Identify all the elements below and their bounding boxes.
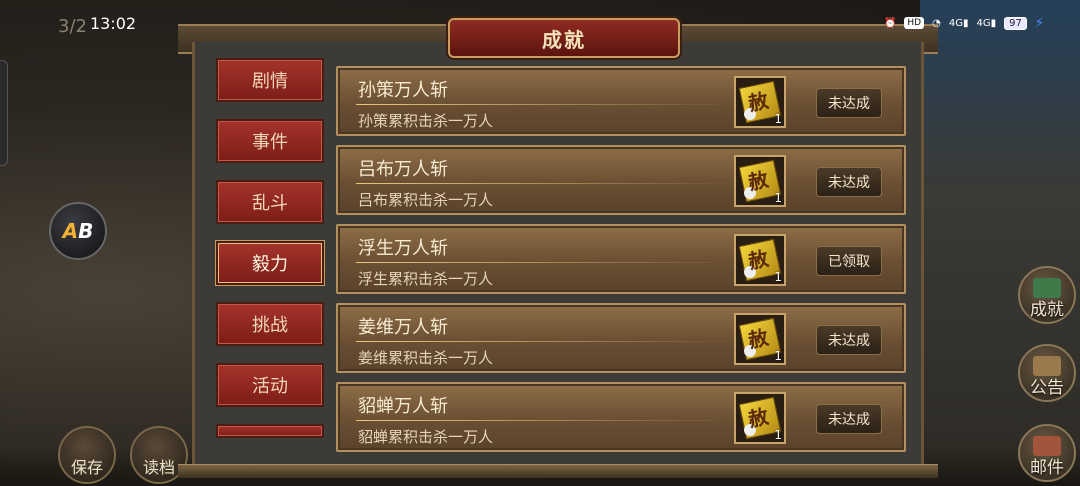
divider	[356, 183, 736, 184]
reward-slot[interactable]: 1 赦	[734, 155, 786, 207]
reward-count: 1	[774, 112, 782, 126]
achievement-name: 貂蝉万人斩	[358, 396, 448, 417]
reward-slot[interactable]: 1 赦	[734, 313, 786, 365]
achievement-name: 孙策万人斩	[358, 80, 448, 101]
divider	[356, 262, 736, 263]
reward-slot[interactable]: 1 赦	[734, 234, 786, 286]
status-button[interactable]: 未达成	[816, 167, 882, 197]
tab-events[interactable]: 事件	[216, 119, 324, 163]
achievement-desc: 吕布累积击杀一万人	[358, 191, 494, 209]
achievement-row: 姜维万人斩 姜维累积击杀一万人 1 赦 未达成	[336, 303, 906, 373]
tab-melee[interactable]: 乱斗	[216, 180, 324, 224]
tab-partial[interactable]	[216, 424, 324, 438]
tab-label: 活动	[252, 376, 288, 397]
side-drawer-handle[interactable]	[0, 60, 8, 166]
ab-logo-a: A	[62, 219, 79, 243]
page-counter: 3/2	[58, 16, 87, 37]
achievement-name: 吕布万人斩	[358, 159, 448, 180]
tab-perseverance[interactable]: 毅力	[216, 241, 324, 285]
achievement-desc: 貂蝉累积击杀一万人	[358, 428, 494, 446]
achievement-desc: 姜维累积击杀一万人	[358, 349, 494, 367]
achievement-name: 浮生万人斩	[358, 238, 448, 259]
reward-count: 1	[774, 428, 782, 442]
ab-logo-b: B	[78, 219, 94, 243]
mail-button-label: 邮件	[1030, 458, 1064, 478]
achievement-desc: 浮生累积击杀一万人	[358, 270, 494, 288]
battlefield-scene	[920, 0, 1080, 486]
scroll-icon	[1033, 356, 1061, 376]
status-button[interactable]: 已领取	[816, 246, 882, 276]
ab-floating-button[interactable]: AB	[49, 202, 107, 260]
mail-button[interactable]: 邮件	[1018, 424, 1076, 482]
reward-count: 1	[774, 349, 782, 363]
achievement-button-label: 成就	[1030, 300, 1064, 320]
notice-button-label: 公告	[1030, 378, 1064, 398]
achievement-name: 姜维万人斩	[358, 317, 448, 338]
panel-title: 成就	[448, 18, 680, 58]
reward-count: 1	[774, 270, 782, 284]
tab-story[interactable]: 剧情	[216, 58, 324, 102]
divider	[356, 341, 736, 342]
notice-button[interactable]: 公告	[1018, 344, 1076, 402]
tab-challenge[interactable]: 挑战	[216, 302, 324, 346]
castle-icon	[1033, 278, 1061, 298]
load-button-label: 读档	[142, 458, 175, 477]
tab-label: 剧情	[252, 71, 288, 92]
achievement-desc: 孙策累积击杀一万人	[358, 112, 494, 130]
tab-label: 事件	[252, 132, 288, 153]
reward-count: 1	[774, 191, 782, 205]
achievement-row: 吕布万人斩 吕布累积击杀一万人 1 赦 未达成	[336, 145, 906, 215]
mail-icon	[1033, 436, 1061, 456]
status-button[interactable]: 未达成	[816, 325, 882, 355]
achievement-row: 孙策万人斩 孙策累积击杀一万人 1 赦 未达成	[336, 66, 906, 136]
status-button[interactable]: 未达成	[816, 88, 882, 118]
tab-label: 毅力	[252, 254, 288, 275]
tab-label: 挑战	[252, 315, 288, 336]
panel-bottom-frame	[178, 464, 938, 478]
clock: 13:02	[90, 13, 137, 33]
achievement-row: 浮生万人斩 浮生累积击杀一万人 1 赦 已领取	[336, 224, 906, 294]
divider	[356, 420, 736, 421]
tab-label: 乱斗	[252, 193, 288, 214]
divider	[356, 104, 736, 105]
save-button[interactable]: 保存	[58, 426, 116, 484]
save-button-label: 保存	[70, 458, 103, 477]
status-button[interactable]: 未达成	[816, 404, 882, 434]
achievement-button[interactable]: 成就	[1018, 266, 1076, 324]
tab-activity[interactable]: 活动	[216, 363, 324, 407]
reward-slot[interactable]: 1 赦	[734, 76, 786, 128]
achievement-row: 貂蝉万人斩 貂蝉累积击杀一万人 1 赦 未达成	[336, 382, 906, 452]
achievement-panel: 成就 剧情 事件 乱斗 毅力 挑战 活动 孙策万人斩 孙策累积击杀一万人 1 赦…	[178, 18, 938, 478]
reward-slot[interactable]: 1 赦	[734, 392, 786, 444]
